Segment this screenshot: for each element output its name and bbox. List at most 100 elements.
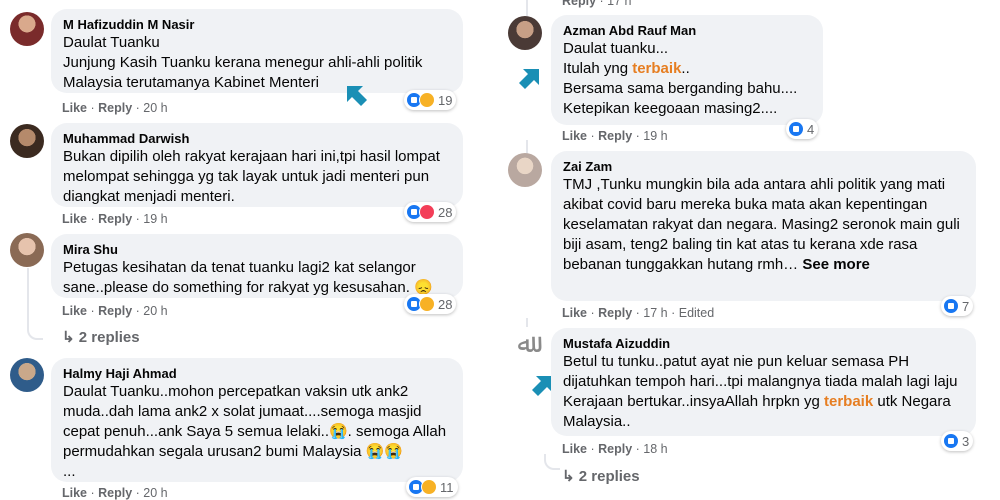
comment-text: Petugas kesihatan da tenat tuanku lagi2 … [63, 259, 433, 296]
comment-bubble: Halmy Haji Ahmad Daulat Tuanku..mohon pe… [51, 358, 463, 482]
comment-actions: Like · Reply · 17 h · Edited [562, 306, 715, 320]
reply-link[interactable]: Reply [98, 486, 132, 500]
comment-actions: Like · Reply · 20 h [62, 486, 168, 500]
right-comments-panel: Reply · 17 h Azman Abd Rauf Man Daulat t… [500, 0, 1000, 500]
comment-actions: Like · Reply · 19 h [562, 129, 668, 143]
replies-count: 2 replies [578, 468, 640, 485]
reactions-badge[interactable]: 28 [404, 294, 457, 314]
like-reaction-icon [943, 298, 959, 314]
like-link[interactable]: Like [62, 486, 87, 500]
comment-timestamp[interactable]: 17 h [643, 306, 667, 320]
avatar[interactable] [10, 358, 44, 392]
comment-bubble: Mira Shu Petugas kesihatan da tenat tuan… [51, 234, 463, 298]
highlighted-word: terbaik [823, 393, 874, 410]
reaction-count: 3 [962, 433, 970, 449]
comment-timestamp[interactable]: 20 h [143, 304, 167, 318]
comment-text: Betul tu tunku..patut ayat nie pun kelua… [563, 352, 964, 432]
replies-count: 2 replies [78, 329, 140, 346]
reactions-badge[interactable]: 28 [404, 202, 457, 222]
haha-reaction-icon [421, 479, 437, 495]
comment-timestamp[interactable]: 19 h [143, 212, 167, 226]
like-link[interactable]: Like [62, 101, 87, 115]
reply-link[interactable]: Reply [98, 304, 132, 318]
like-link[interactable]: Like [562, 306, 587, 320]
comment-timestamp[interactable]: 19 h [643, 129, 667, 143]
allah-calligraphy-avatar[interactable]: ﷲ [508, 327, 542, 361]
comment-bubble: M Hafizuddin M Nasir Daulat Tuanku Junju… [51, 9, 463, 93]
avatar[interactable] [10, 124, 44, 158]
reaction-count: 19 [438, 92, 453, 108]
reactions-badge[interactable]: 19 [404, 90, 457, 110]
comment-author[interactable]: Mira Shu [63, 241, 451, 258]
comment-text: Bukan dipilih oleh rakyat kerajaan hari … [63, 148, 440, 205]
avatar[interactable] [508, 16, 542, 50]
comment-author[interactable]: M Hafizuddin M Nasir [63, 16, 451, 33]
text-fragment: Itulah yng [563, 60, 633, 77]
avatar[interactable] [10, 12, 44, 46]
reply-link[interactable]: Reply [98, 101, 132, 115]
reactions-badge[interactable]: 11 [406, 477, 458, 497]
comment-text-line: Itulah yng terbaik.. [563, 59, 811, 79]
comment-timestamp[interactable]: 20 h [143, 101, 167, 115]
reactions-badge[interactable]: 4 [786, 119, 819, 139]
thread-connector [544, 454, 560, 470]
highlighted-word: terbaik [632, 60, 682, 77]
text-fragment: .. [681, 60, 690, 77]
view-replies-link[interactable]: ↳ 2 replies [562, 467, 640, 485]
reply-link[interactable]: Reply [598, 442, 632, 456]
comment-bubble: Muhammad Darwish Bukan dipilih oleh raky… [51, 123, 463, 207]
comment-text-line: Daulat tuanku... [563, 40, 669, 57]
text-fragment: TMJ ,Tunku mungkin bila ada antara ahli … [563, 176, 960, 273]
comment-actions: Like · Reply · 18 h [562, 442, 668, 456]
comment-text: Daulat Tuanku..mohon percepatkan vaksin … [63, 383, 447, 480]
comment-timestamp[interactable]: 18 h [643, 442, 667, 456]
reactions-badge[interactable]: 7 [941, 296, 974, 316]
reply-link[interactable]: Reply [598, 306, 632, 320]
comment-bubble: Zai Zam TMJ ,Tunku mungkin bila ada anta… [551, 151, 976, 301]
view-replies-link[interactable]: ↳ 2 replies [62, 328, 140, 346]
comment-actions: Like · Reply · 19 h [62, 212, 168, 226]
edited-label: Edited [678, 306, 715, 320]
reply-link[interactable]: Reply [598, 129, 632, 143]
like-link[interactable]: Like [62, 212, 87, 226]
like-link[interactable]: Like [562, 442, 587, 456]
reply-link[interactable]: Reply [562, 0, 596, 8]
comment-bubble: Azman Abd Rauf Man Daulat tuanku... Itul… [551, 15, 823, 125]
replies-arrow-icon: ↳ [562, 468, 579, 485]
reply-link[interactable]: Reply [98, 212, 132, 226]
like-link[interactable]: Like [62, 304, 87, 318]
sad-reaction-icon [419, 296, 435, 312]
thread-connector [27, 268, 43, 340]
reaction-count: 28 [438, 204, 453, 220]
pointer-arrow-icon [347, 86, 367, 106]
reactions-badge[interactable]: 3 [941, 431, 974, 451]
reaction-count: 4 [807, 121, 815, 137]
comment-actions: Like · Reply · 20 h [62, 101, 168, 115]
haha-reaction-icon [419, 92, 435, 108]
comment-timestamp[interactable]: 20 h [143, 486, 167, 500]
comment-text-line: Bersama sama berganding bahu.... [563, 80, 798, 97]
avatar[interactable] [10, 233, 44, 267]
see-more-link[interactable]: See more [802, 256, 870, 273]
reaction-count: 11 [440, 479, 454, 495]
reaction-count: 28 [438, 296, 453, 312]
comment-text: TMJ ,Tunku mungkin bila ada antara ahli … [563, 175, 964, 275]
replies-arrow-icon: ↳ [62, 329, 79, 346]
comment-author[interactable]: Zai Zam [563, 158, 964, 175]
left-comments-panel: M Hafizuddin M Nasir Daulat Tuanku Junju… [0, 0, 490, 500]
pointer-arrow-icon [519, 69, 539, 89]
comment-bubble: Mustafa Aizuddin Betul tu tunku..patut a… [551, 328, 976, 436]
like-link[interactable]: Like [562, 129, 587, 143]
comment-author[interactable]: Halmy Haji Ahmad [63, 365, 451, 382]
avatar[interactable] [508, 153, 542, 187]
comment-author[interactable]: Mustafa Aizuddin [563, 335, 964, 352]
comment-author[interactable]: Muhammad Darwish [63, 130, 451, 147]
like-reaction-icon [943, 433, 959, 449]
comment-author[interactable]: Azman Abd Rauf Man [563, 22, 811, 39]
comment-actions-top: Reply · 17 h [562, 0, 632, 8]
comment-actions: Like · Reply · 20 h [62, 304, 168, 318]
love-reaction-icon [419, 204, 435, 220]
comment-text: Daulat Tuanku Junjung Kasih Tuanku keran… [63, 34, 423, 91]
comment-timestamp[interactable]: 17 h [607, 0, 631, 8]
reaction-count: 7 [962, 298, 970, 314]
